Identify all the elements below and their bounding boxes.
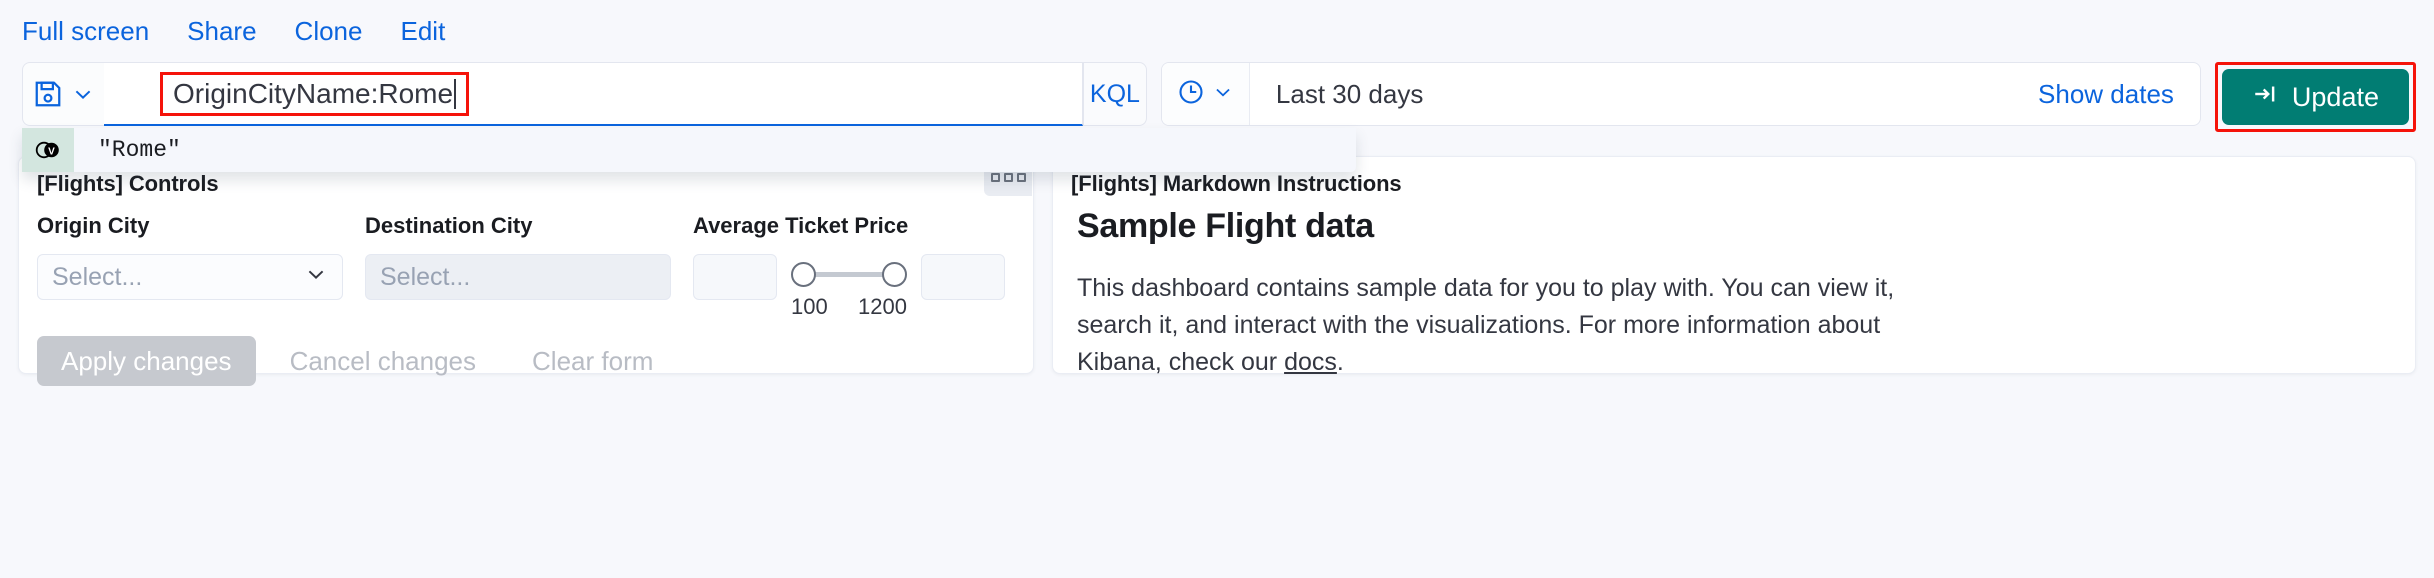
svg-text:V: V xyxy=(48,146,55,157)
clear-form-button[interactable]: Clear form xyxy=(510,336,675,386)
query-language-button[interactable]: KQL xyxy=(1082,62,1147,126)
menu-dot xyxy=(1016,172,1026,182)
markdown-text-after: . xyxy=(1336,347,1344,376)
menu-dot xyxy=(1003,172,1013,182)
controls-form: Origin City Select... Destination City S… xyxy=(19,197,1033,320)
suggestion-item[interactable]: V "Rome" xyxy=(22,128,1356,172)
query-suggestions-popover: V "Rome" xyxy=(22,128,1356,172)
menu-dot xyxy=(990,172,1000,182)
cancel-changes-button[interactable]: Cancel changes xyxy=(268,336,498,386)
docs-link[interactable]: docs xyxy=(1284,348,1337,376)
origin-city-select[interactable]: Select... xyxy=(37,254,343,300)
destination-city-select[interactable]: Select... xyxy=(365,254,671,300)
update-button[interactable]: Update xyxy=(2221,69,2409,125)
date-picker: Last 30 days Show dates xyxy=(1160,62,2201,126)
quick-select-button[interactable] xyxy=(1161,63,1250,125)
price-range-slider: 100 1200 xyxy=(693,254,1005,320)
price-max-input[interactable] xyxy=(921,254,1005,300)
slider-handle-min[interactable] xyxy=(791,262,816,287)
dual-range-slider[interactable]: 100 1200 xyxy=(791,254,907,320)
query-bar-row: OriginCityName:Rome KQL Last 30 days Sho… xyxy=(0,62,2434,172)
saved-query-button[interactable] xyxy=(22,62,104,126)
origin-city-placeholder: Select... xyxy=(52,262,143,291)
markdown-paragraph: This dashboard contains sample data for … xyxy=(1077,270,1957,380)
update-button-highlight: Update xyxy=(2214,62,2416,132)
chevron-down-icon xyxy=(304,262,328,293)
query-input-highlight: OriginCityName:Rome xyxy=(160,71,470,116)
refresh-arrow-icon xyxy=(2252,81,2278,114)
controls-actions: Apply changes Cancel changes Clear form xyxy=(19,320,1033,386)
query-input[interactable]: OriginCityName:Rome xyxy=(173,79,453,108)
nav-share[interactable]: Share xyxy=(187,18,256,44)
nav-full-screen[interactable]: Full screen xyxy=(22,18,149,44)
control-origin-city: Origin City Select... xyxy=(37,213,343,300)
control-label-average-ticket-price: Average Ticket Price xyxy=(693,213,909,238)
markdown-text-before: This dashboard contains sample data for … xyxy=(1077,274,1895,376)
markdown-body: Sample Flight data This dashboard contai… xyxy=(1053,197,2415,380)
text-caret xyxy=(454,78,457,109)
markdown-heading: Sample Flight data xyxy=(1077,207,1374,245)
show-dates-button[interactable]: Show dates xyxy=(2012,63,2200,125)
destination-city-placeholder: Select... xyxy=(380,262,471,291)
clock-icon xyxy=(1177,78,1205,111)
panel-flights-markdown: [Flights] Markdown Instructions Sample F… xyxy=(1052,156,2416,376)
price-min-input[interactable] xyxy=(693,254,777,300)
control-label-origin-city: Origin City xyxy=(37,213,150,238)
query-input-wrapper[interactable]: OriginCityName:Rome xyxy=(104,62,1083,126)
date-range-display[interactable]: Last 30 days xyxy=(1250,63,2012,125)
nav-edit[interactable]: Edit xyxy=(400,18,445,44)
update-button-label: Update xyxy=(2291,81,2379,112)
dashboard-top-nav: Full screen Share Clone Edit xyxy=(0,0,2434,62)
control-label-destination-city: Destination City xyxy=(365,213,533,238)
nav-clone[interactable]: Clone xyxy=(295,18,363,44)
control-destination-city: Destination City Select... xyxy=(365,213,671,300)
save-icon xyxy=(33,79,63,109)
slider-min-label: 100 xyxy=(791,294,828,319)
chevron-down-icon xyxy=(1212,81,1234,108)
value-token-icon: V xyxy=(22,128,74,172)
slider-track xyxy=(805,272,893,277)
suggestion-label: "Rome" xyxy=(98,137,181,163)
apply-changes-button[interactable]: Apply changes xyxy=(37,336,256,386)
control-average-ticket-price: Average Ticket Price 100 1200 xyxy=(693,213,1005,320)
slider-max-label: 1200 xyxy=(858,294,907,319)
chevron-down-icon xyxy=(71,82,95,106)
panel-flights-controls: [Flights] Controls Origin City Select... xyxy=(18,156,1034,386)
slider-handle-max[interactable] xyxy=(882,262,907,287)
